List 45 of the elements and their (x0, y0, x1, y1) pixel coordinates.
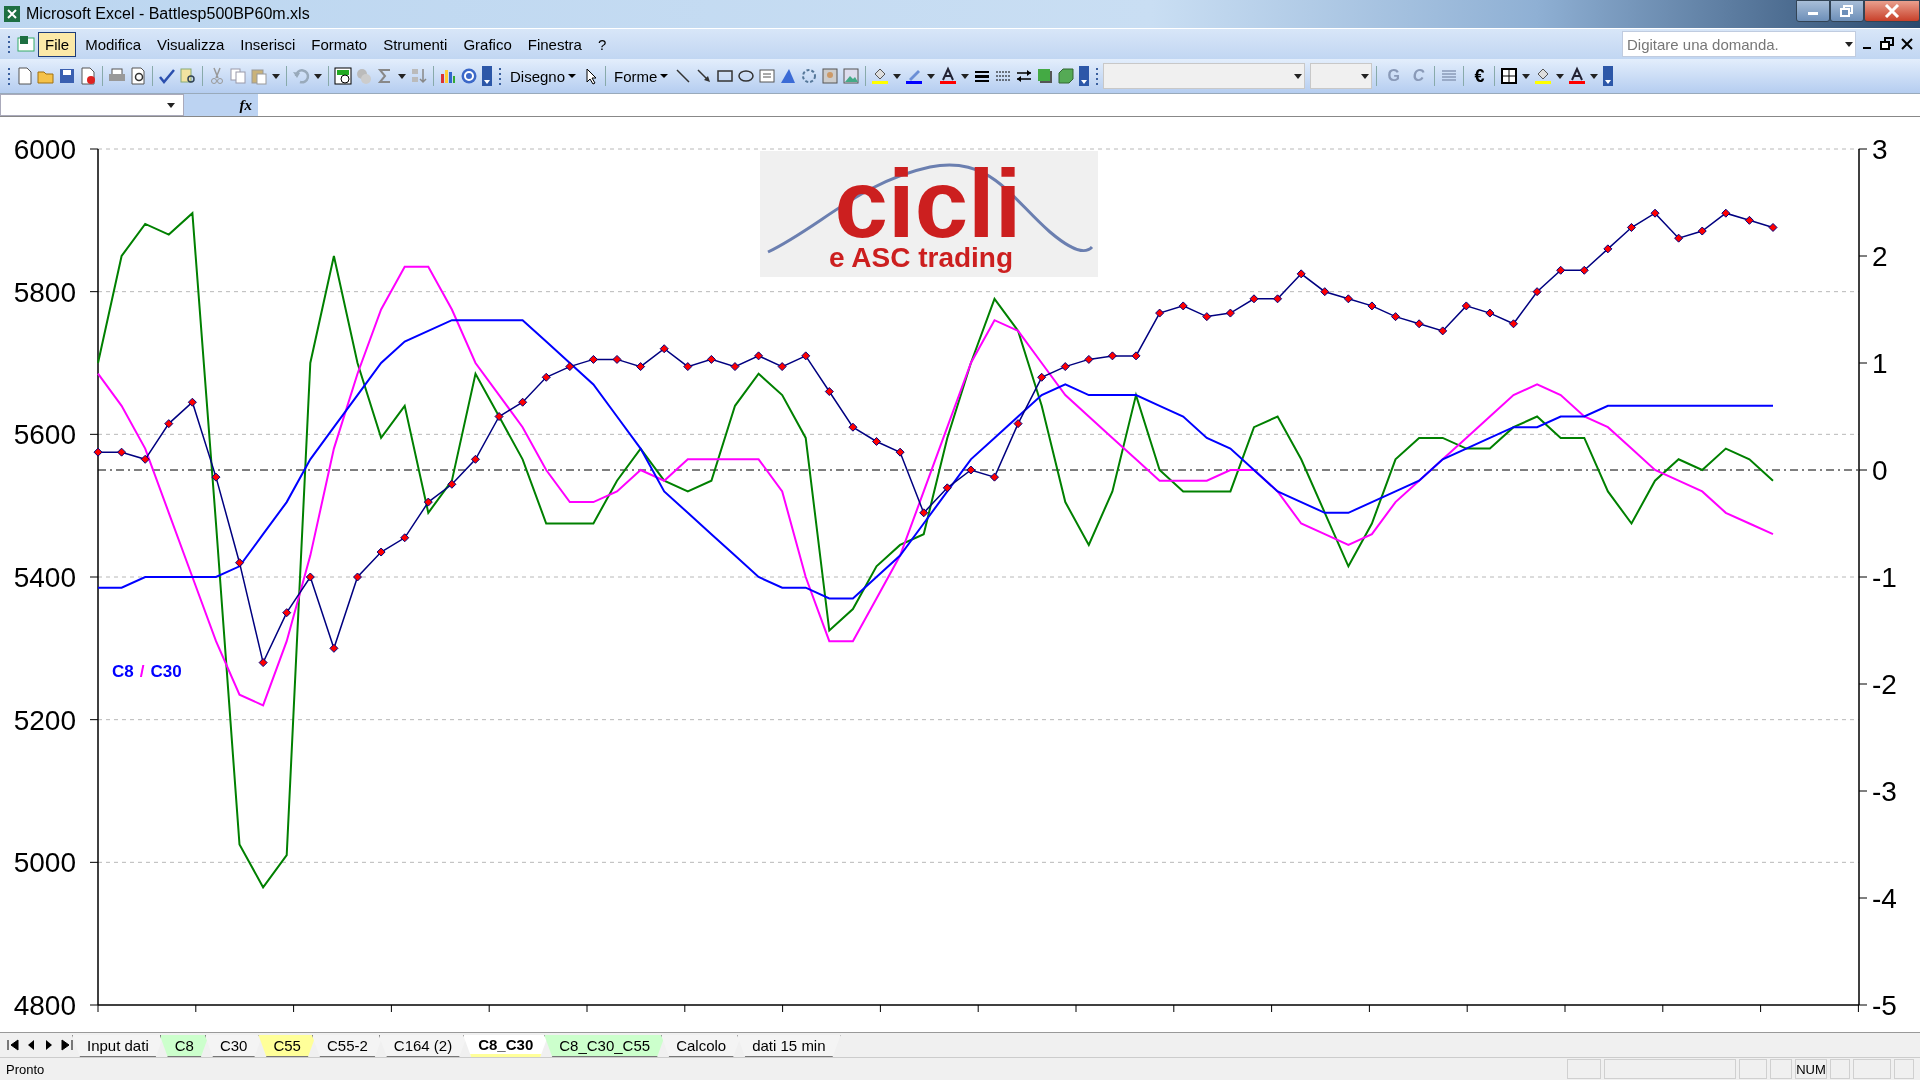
axis-label: -4 (1872, 883, 1897, 914)
axis-label: 4800 (13, 990, 76, 1021)
sheet-tab[interactable]: C30 (204, 1035, 263, 1057)
toolbar-menu[interactable]: Disegno (506, 65, 581, 87)
legend-label: / (139, 662, 145, 682)
sheet-tab[interactable]: Input dati (72, 1035, 164, 1057)
menu-item[interactable]: File (38, 31, 77, 57)
status-text: Pronto (6, 1061, 45, 1077)
sheet-tab[interactable]: C164 (2) (378, 1035, 468, 1057)
help-search-field[interactable]: Digitare una domanda. (1622, 31, 1856, 57)
status-indicator: NUM (1795, 1059, 1827, 1079)
menu-item[interactable]: Modifica (78, 31, 149, 57)
axis-label: 6000 (13, 134, 76, 165)
menu-item[interactable]: Grafico (456, 31, 519, 57)
axis-label: -2 (1872, 669, 1897, 700)
axis-label: -1 (1872, 562, 1897, 593)
legend-label: C30 (150, 662, 182, 682)
sheet-tab[interactable]: Calcolo (661, 1035, 742, 1057)
menu-item[interactable]: Strumenti (376, 31, 455, 57)
function-label[interactable]: fx (184, 94, 258, 116)
sheet-tab[interactable]: dati 15 min (737, 1035, 841, 1057)
menu-item[interactable]: Visualizza (150, 31, 232, 57)
sheet-tab[interactable]: C8_C30 (463, 1035, 549, 1057)
menu-item[interactable]: Inserisci (233, 31, 303, 57)
menu-item[interactable]: Formato (304, 31, 375, 57)
sheet-tab[interactable]: C8 (159, 1035, 209, 1057)
axis-label: 2 (1872, 241, 1888, 272)
axis-label: 3 (1872, 134, 1888, 165)
axis-label: 5600 (13, 419, 76, 451)
axis-label: 5000 (13, 847, 76, 879)
toolbar-menu[interactable]: Forme (610, 65, 673, 87)
axis-label: 5200 (13, 704, 76, 736)
menu-item[interactable]: Finestra (520, 31, 589, 57)
legend-label: C8 (112, 662, 134, 682)
axis-label: 0 (1872, 455, 1888, 486)
currency-button[interactable]: € (1468, 63, 1491, 89)
sheet-tab[interactable]: C55 (258, 1035, 316, 1057)
axis-label: 5400 (13, 562, 76, 593)
window-title: Microsoft Excel - Battlesp500BP60m.xls (26, 5, 310, 23)
axis-label: 1 (1872, 348, 1888, 379)
axis-label: -3 (1872, 776, 1897, 807)
axis-label: 5800 (13, 276, 76, 308)
menu-item[interactable]: ? (590, 31, 614, 57)
axis-label: -5 (1872, 990, 1897, 1021)
sheet-tab[interactable]: C55-2 (311, 1035, 383, 1057)
